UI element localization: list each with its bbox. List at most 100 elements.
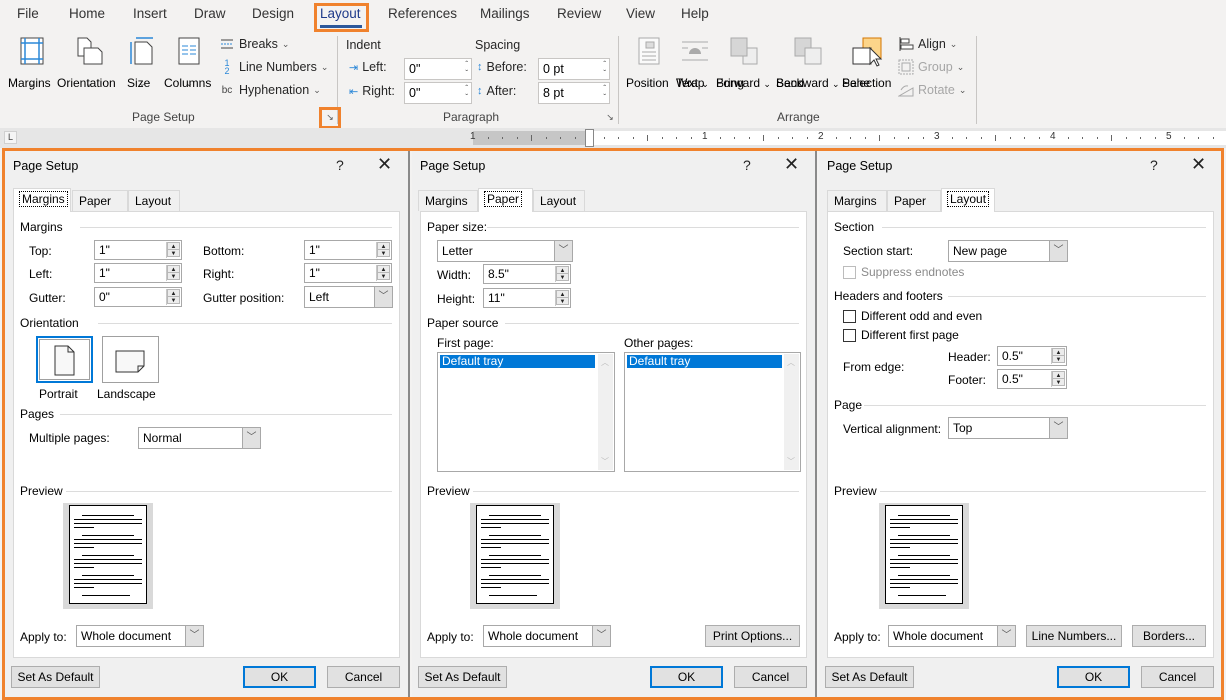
suppress-endnotes-checkbox[interactable]: Suppress endnotes [843, 265, 964, 279]
top-margin-input[interactable]: 1" ▲ ▼ [94, 240, 182, 260]
cancel-button[interactable]: Cancel [327, 666, 400, 688]
ok-button[interactable]: OK [243, 666, 316, 688]
paragraph-dialog-launcher-icon[interactable]: ↘ [604, 112, 616, 124]
align-button[interactable]: Align ⌄ [898, 34, 957, 54]
gutter-input[interactable]: 0" ▲ ▼ [94, 287, 182, 307]
first-page-listbox[interactable]: Default tray ︿ ﹀ [437, 352, 615, 472]
list-item[interactable]: Default tray [440, 355, 595, 368]
chevron-down-icon[interactable]: ﹀ [592, 626, 610, 646]
help-icon[interactable]: ? [1150, 157, 1158, 173]
spinner-icon[interactable]: ▲ ▼ [555, 266, 569, 282]
chevron-down-icon[interactable]: ﹀ [554, 241, 572, 261]
rotate-button[interactable]: Rotate ⌄ [898, 80, 966, 100]
horizontal-ruler[interactable]: 1 1 2 3 4 5 [470, 129, 1226, 147]
line-numbers-button[interactable]: Line Numbers... [1026, 625, 1122, 647]
borders-button[interactable]: Borders... [1132, 625, 1206, 647]
margins-button[interactable]: Margins ⌄ [8, 36, 56, 91]
tab-file[interactable]: File [17, 6, 39, 21]
group-button[interactable]: Group ⌄ [898, 57, 964, 77]
list-item[interactable]: Default tray [627, 355, 782, 368]
apply-to-select[interactable]: Whole document ﹀ [483, 625, 611, 647]
tab-help[interactable]: Help [681, 6, 709, 21]
left-margin-input[interactable]: 1" ▲ ▼ [94, 263, 182, 283]
tab-insert[interactable]: Insert [133, 6, 167, 21]
spinner-icon[interactable]: ▲ ▼ [166, 289, 180, 305]
section-start-select[interactable]: New page ﹀ [948, 240, 1068, 262]
spinner-icon[interactable]: ▲ ▼ [376, 242, 390, 258]
footer-distance-input[interactable]: 0.5" ▲ ▼ [997, 369, 1067, 389]
tab-margins[interactable]: Margins [13, 188, 71, 212]
spinner-icon[interactable]: ▲ ▼ [166, 242, 180, 258]
tab-layout[interactable]: Layout [128, 190, 180, 211]
chevron-down-icon[interactable]: ﹀ [997, 626, 1015, 646]
portrait-option[interactable] [36, 336, 93, 383]
header-distance-input[interactable]: 0.5" ▲ ▼ [997, 346, 1067, 366]
bottom-margin-input[interactable]: 1" ▲ ▼ [304, 240, 392, 260]
tab-paper[interactable]: Paper [72, 190, 128, 211]
different-odd-even-checkbox[interactable]: Different odd and even [843, 309, 982, 323]
indent-right-input[interactable]: 0" ˆˇ [404, 82, 472, 104]
print-options-button[interactable]: Print Options... [705, 625, 800, 647]
cancel-button[interactable]: Cancel [734, 666, 807, 688]
selection-pane-button[interactable]: Selection Pane [842, 36, 894, 90]
spacing-after-input[interactable]: 8 pt ˆˇ [538, 82, 610, 104]
wrap-text-button[interactable]: Wrap Text ⌄ [676, 36, 714, 90]
vertical-alignment-select[interactable]: Top ﹀ [948, 417, 1068, 439]
right-margin-input[interactable]: 1" ▲ ▼ [304, 263, 392, 283]
spinner-icon[interactable]: ▲ ▼ [1051, 348, 1065, 364]
tab-layout[interactable]: Layout [941, 188, 995, 212]
tab-mailings[interactable]: Mailings [480, 6, 530, 21]
paper-width-input[interactable]: 8.5" ▲ ▼ [483, 264, 571, 284]
paper-height-input[interactable]: 11" ▲ ▼ [483, 288, 571, 308]
size-button[interactable]: Size ⌄ [127, 36, 157, 91]
spinner-icon[interactable]: ▲ ▼ [1051, 371, 1065, 387]
tab-home[interactable]: Home [69, 6, 105, 21]
chevron-down-icon[interactable]: ﹀ [1049, 241, 1067, 261]
bring-forward-button[interactable]: Bring Forward ⌄ [716, 36, 772, 90]
line-numbers-button[interactable]: 12 Line Numbers ⌄ [219, 57, 328, 77]
apply-to-select[interactable]: Whole document ﹀ [76, 625, 204, 647]
tab-design[interactable]: Design [252, 6, 294, 21]
breaks-button[interactable]: Breaks ⌄ [219, 34, 289, 54]
apply-to-select[interactable]: Whole document ﹀ [888, 625, 1016, 647]
spinner-arrows-icon[interactable]: ˆˇ [465, 84, 468, 102]
set-as-default-button[interactable]: Set As Default [11, 666, 100, 688]
tab-references[interactable]: References [388, 6, 457, 21]
close-icon[interactable]: ✕ [377, 154, 392, 175]
tab-paper[interactable]: Paper [478, 188, 533, 212]
spacing-before-input[interactable]: 0 pt ˆˇ [538, 58, 610, 80]
close-icon[interactable]: ✕ [1191, 154, 1206, 175]
columns-button[interactable]: Columns ⌄ [164, 36, 214, 91]
spinner-arrows-icon[interactable]: ˆˇ [603, 84, 606, 102]
set-as-default-button[interactable]: Set As Default [825, 666, 914, 688]
cancel-button[interactable]: Cancel [1141, 666, 1214, 688]
spinner-arrows-icon[interactable]: ˆˇ [603, 60, 606, 78]
scrollbar[interactable]: ︿ ﹀ [598, 354, 613, 470]
tab-paper[interactable]: Paper [887, 190, 941, 211]
indent-marker-icon[interactable] [585, 129, 594, 147]
other-pages-listbox[interactable]: Default tray ︿ ﹀ [624, 352, 801, 472]
multiple-pages-select[interactable]: Normal ﹀ [138, 427, 261, 449]
chevron-down-icon[interactable]: ﹀ [374, 287, 392, 307]
tab-layout[interactable]: Layout [533, 190, 585, 211]
set-as-default-button[interactable]: Set As Default [418, 666, 507, 688]
position-button[interactable]: Position ⌄ [626, 36, 672, 91]
close-icon[interactable]: ✕ [784, 154, 799, 175]
tab-review[interactable]: Review [557, 6, 601, 21]
spinner-icon[interactable]: ▲ ▼ [555, 290, 569, 306]
tab-draw[interactable]: Draw [194, 6, 226, 21]
chevron-down-icon[interactable]: ﹀ [1049, 418, 1067, 438]
help-icon[interactable]: ? [336, 157, 344, 173]
help-icon[interactable]: ? [743, 157, 751, 173]
tab-margins[interactable]: Margins [418, 190, 478, 211]
indent-left-input[interactable]: 0" ˆˇ [404, 58, 472, 80]
different-first-page-checkbox[interactable]: Different first page [843, 328, 959, 342]
paper-size-select[interactable]: Letter ﹀ [437, 240, 573, 262]
hyphenation-button[interactable]: bc Hyphenation ⌄ [219, 80, 321, 100]
spinner-icon[interactable]: ▲ ▼ [376, 265, 390, 281]
chevron-down-icon[interactable]: ﹀ [242, 428, 260, 448]
ok-button[interactable]: OK [1057, 666, 1130, 688]
chevron-down-icon[interactable]: ﹀ [185, 626, 203, 646]
ok-button[interactable]: OK [650, 666, 723, 688]
landscape-option[interactable] [102, 336, 159, 383]
